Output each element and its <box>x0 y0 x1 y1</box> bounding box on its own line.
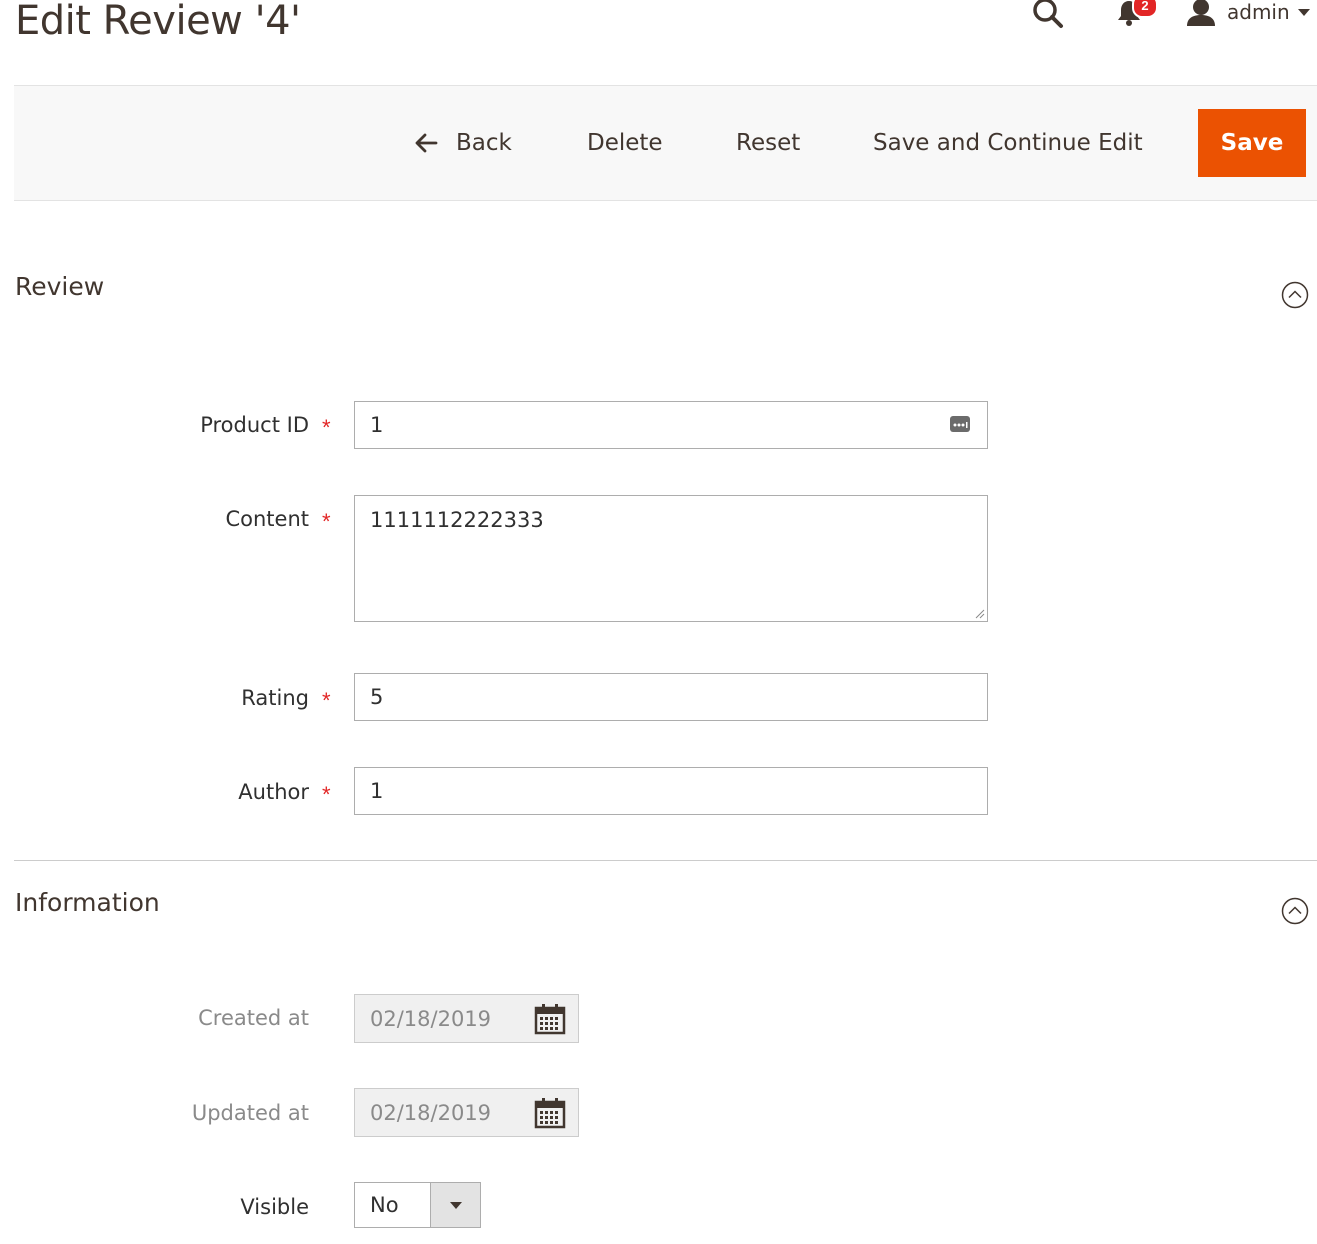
autofill-icon[interactable] <box>949 414 971 434</box>
calendar-icon[interactable] <box>534 1097 566 1129</box>
information-section-title[interactable]: Information <box>15 888 160 917</box>
product-id-input[interactable]: 1 <box>354 401 988 449</box>
review-section-title[interactable]: Review <box>15 272 104 301</box>
section-divider <box>14 860 1317 861</box>
created-at-value: 02/18/2019 <box>370 1006 492 1031</box>
arrow-left-icon <box>415 133 438 153</box>
resize-handle-icon[interactable] <box>975 609 985 619</box>
rating-value: 5 <box>370 685 384 709</box>
save-and-continue-button[interactable]: Save and Continue Edit <box>873 109 1143 177</box>
updated-at-value: 02/18/2019 <box>370 1100 492 1125</box>
user-name: admin <box>1227 0 1290 24</box>
visible-label: Visible <box>240 1195 309 1219</box>
updated-at-input: 02/18/2019 <box>354 1088 579 1137</box>
author-input[interactable]: 1 <box>354 767 988 815</box>
required-marker: * <box>322 782 331 807</box>
required-marker: * <box>322 509 331 534</box>
notifications-button[interactable]: 2 <box>1114 0 1158 30</box>
rating-label: Rating <box>241 686 309 710</box>
updated-at-label: Updated at <box>191 1101 309 1125</box>
user-menu[interactable]: admin <box>1185 0 1310 28</box>
chevron-down-icon <box>1297 8 1310 16</box>
created-at-label: Created at <box>198 1006 309 1030</box>
calendar-icon[interactable] <box>534 1003 566 1035</box>
collapse-information-icon[interactable] <box>1281 897 1309 925</box>
content-textarea[interactable]: 1111112222333 <box>354 495 988 622</box>
author-label: Author <box>238 780 309 804</box>
select-toggle[interactable] <box>430 1183 480 1227</box>
search-icon[interactable] <box>1030 0 1066 32</box>
required-marker: * <box>322 415 331 440</box>
reset-button[interactable]: Reset <box>736 109 800 177</box>
user-icon <box>1187 0 1215 26</box>
delete-button[interactable]: Delete <box>587 109 663 177</box>
visible-value: No <box>370 1193 399 1217</box>
author-value: 1 <box>370 779 384 803</box>
product-id-label: Product ID <box>200 413 309 437</box>
required-marker: * <box>322 688 331 713</box>
chevron-down-icon <box>449 1201 462 1209</box>
collapse-review-icon[interactable] <box>1281 281 1309 309</box>
content-value: 1111112222333 <box>370 508 544 532</box>
page-actions-toolbar: Back Delete Reset Save and Continue Edit… <box>14 85 1317 201</box>
product-id-value: 1 <box>370 413 384 437</box>
visible-select[interactable]: No <box>354 1182 481 1228</box>
rating-input[interactable]: 5 <box>354 673 988 721</box>
back-button[interactable]: Back <box>414 109 512 177</box>
save-button[interactable]: Save <box>1198 109 1306 177</box>
notifications-badge: 2 <box>1132 0 1158 18</box>
created-at-input: 02/18/2019 <box>354 994 579 1043</box>
page-title: Edit Review '4' <box>15 0 301 44</box>
content-label: Content <box>225 507 309 531</box>
back-label: Back <box>456 130 512 156</box>
